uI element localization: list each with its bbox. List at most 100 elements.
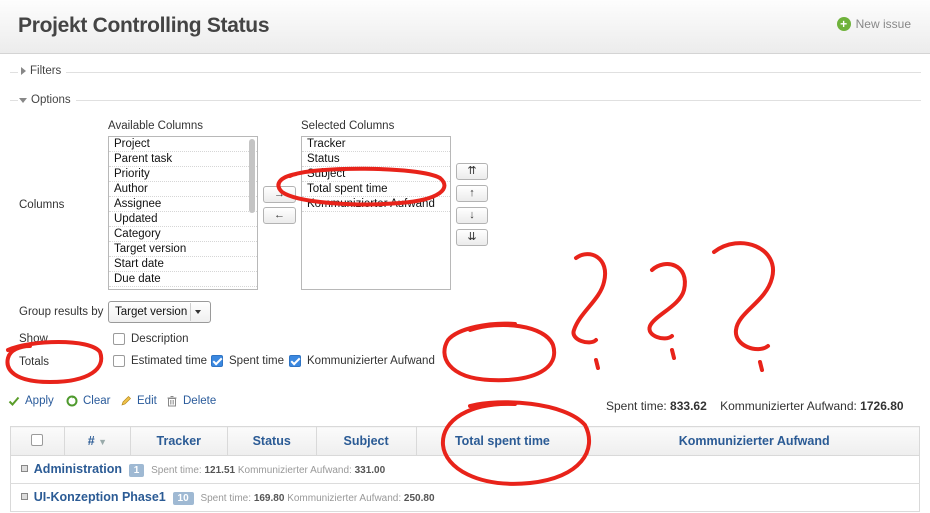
group-count-badge: 1 (128, 464, 145, 477)
description-checkbox[interactable] (113, 333, 125, 345)
available-column-option[interactable]: Category (109, 227, 257, 242)
column-header-status[interactable]: Status (226, 426, 317, 456)
move-left-button[interactable]: ← (263, 207, 296, 224)
page-title: Projekt Controlling Status (18, 14, 270, 37)
move-top-button[interactable]: ⇈ (456, 163, 488, 180)
delete-button[interactable]: Delete (166, 395, 216, 407)
column-header-id[interactable]: # ▼ (63, 426, 131, 456)
description-label: Description (131, 333, 189, 345)
spent-time-checkbox[interactable] (211, 355, 223, 367)
spent-time-label: Spent time (229, 355, 284, 367)
table-header-row: # ▼ Tracker Status Subject Total spent t… (10, 426, 920, 456)
sort-desc-icon: ▼ (98, 437, 108, 447)
edit-label: Edit (137, 395, 157, 407)
available-column-option[interactable]: Priority (109, 167, 257, 182)
move-down-button[interactable]: ↓ (456, 207, 488, 224)
apply-button[interactable]: Apply (8, 395, 54, 407)
selected-column-option[interactable]: Kommunizierter Aufwand (302, 197, 450, 212)
reload-icon (66, 395, 78, 407)
available-column-option[interactable]: Author (109, 182, 257, 197)
collapse-toggle-icon[interactable] (21, 465, 28, 472)
filters-divider (66, 72, 921, 73)
column-header-total-spent-time[interactable]: Total spent time (415, 426, 590, 456)
show-description-option[interactable]: Description (113, 333, 189, 345)
annotation-question-mark-1-dot (594, 358, 600, 370)
clear-label: Clear (83, 395, 111, 407)
move-bottom-button[interactable]: ⇊ (456, 229, 488, 246)
group-spent-label: Spent time: (151, 465, 202, 476)
annotation-question-mark-2-dot (670, 348, 676, 360)
estimated-time-checkbox[interactable] (113, 355, 125, 367)
estimated-time-label: Estimated time (131, 355, 208, 367)
filters-toggle[interactable]: Filters (21, 65, 61, 77)
aufwand-total-value: 1726.80 (860, 399, 904, 413)
move-right-button[interactable]: → (263, 186, 296, 203)
list-scrollbar[interactable] (249, 139, 255, 213)
annotation-question-mark-3 (712, 241, 776, 352)
group-aufwand-label: Kommunizierter Aufwand: (287, 493, 402, 504)
available-column-option[interactable]: Project (109, 137, 257, 152)
selected-column-option[interactable]: Status (302, 152, 450, 167)
column-header-tracker[interactable]: Tracker (129, 426, 228, 456)
selected-column-option[interactable]: Total spent time (302, 182, 450, 197)
collapse-toggle-icon[interactable] (21, 493, 28, 500)
trash-icon (167, 396, 177, 407)
clear-button[interactable]: Clear (66, 395, 110, 407)
group-row[interactable]: Administration 1 Spent time: 121.51 Komm… (10, 455, 920, 484)
available-column-option[interactable]: Start date (109, 257, 257, 272)
group-spent-value: 169.80 (253, 493, 285, 504)
group-by-select[interactable]: Target version (108, 301, 211, 323)
available-columns-list[interactable]: Project Parent task Priority Author Assi… (108, 136, 258, 290)
move-up-button[interactable]: ↑ (456, 185, 488, 202)
totals-label: Totals (19, 356, 50, 368)
delete-label: Delete (183, 395, 217, 407)
selected-columns-list[interactable]: Tracker Status Subject Total spent time … (301, 136, 451, 290)
selected-columns-label: Selected Columns (301, 120, 395, 132)
id-header-label: # (87, 434, 95, 448)
available-column-option[interactable]: Updated (109, 212, 257, 227)
issues-table: # ▼ Tracker Status Subject Total spent t… (10, 426, 920, 512)
available-column-option[interactable]: Due date (109, 272, 257, 287)
available-column-option[interactable]: Assignee (109, 197, 257, 212)
chevron-down-icon (190, 303, 204, 321)
group-name[interactable]: UI-Konzeption Phase1 (34, 490, 166, 504)
collapsed-arrow-icon (21, 67, 26, 75)
selected-column-option[interactable]: Tracker (302, 137, 450, 152)
spent-time-total-value: 833.62 (670, 399, 707, 413)
group-row[interactable]: UI-Konzeption Phase1 10 Spent time: 169.… (10, 483, 920, 512)
totals-spent-option[interactable]: Spent time (211, 355, 284, 367)
select-all-checkbox[interactable] (31, 433, 44, 446)
group-cell: UI-Konzeption Phase1 10 Spent time: 169.… (11, 484, 920, 512)
group-spent-value: 121.51 (204, 465, 236, 476)
new-issue-link[interactable]: + New issue (836, 17, 911, 31)
aufwand-total-label: Kommunizierter Aufwand: (720, 399, 857, 413)
select-all-cell[interactable] (10, 426, 65, 456)
annotation-circle-empty-totals (442, 321, 557, 383)
edit-button[interactable]: Edit (120, 395, 157, 407)
expanded-arrow-icon (19, 97, 27, 103)
selected-column-option[interactable]: Subject (302, 167, 450, 182)
apply-label: Apply (25, 395, 54, 407)
show-label: Show (19, 333, 48, 345)
checkmark-icon (8, 396, 20, 406)
column-header-kommunizierter-aufwand[interactable]: Kommunizierter Aufwand (588, 426, 920, 456)
available-column-option[interactable]: Target version (109, 242, 257, 257)
group-aufwand-value: 331.00 (354, 465, 386, 476)
kommunizierter-aufwand-checkbox[interactable] (289, 355, 301, 367)
plus-icon: + (836, 17, 851, 31)
options-toggle[interactable]: Options (19, 94, 71, 106)
available-column-option[interactable]: Parent task (109, 152, 257, 167)
group-aufwand-label: Kommunizierter Aufwand: (237, 465, 352, 476)
annotation-question-mark-1 (571, 252, 608, 345)
group-spent-label: Spent time: (200, 493, 252, 504)
group-by-value: Target version (115, 306, 188, 318)
column-header-subject[interactable]: Subject (315, 426, 417, 456)
group-name[interactable]: Administration (34, 462, 122, 476)
group-count-badge: 10 (172, 492, 194, 505)
totals-aufwand-option[interactable]: Kommunizierter Aufwand (289, 355, 435, 367)
available-columns-label: Available Columns (108, 120, 204, 132)
group-by-label: Group results by (19, 306, 104, 318)
totals-estimated-option[interactable]: Estimated time (113, 355, 207, 367)
options-legend: Options (31, 94, 71, 106)
options-divider (76, 100, 921, 101)
